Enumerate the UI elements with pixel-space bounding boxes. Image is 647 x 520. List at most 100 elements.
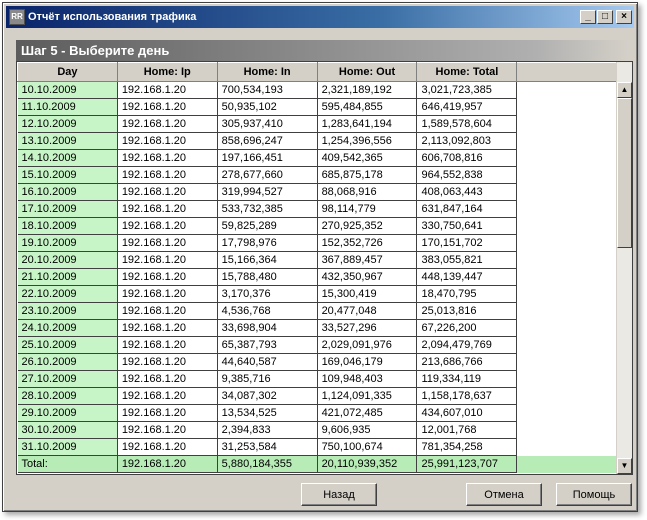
table-row[interactable]: 29.10.2009 192.168.1.20 13,534,525 421,072,… (17, 404, 617, 422)
traffic-table: Day Home: Ip Home: In Home: Out Home: To… (17, 62, 617, 473)
title-bar[interactable]: RR Отчёт использования трафика _ □ × (6, 6, 634, 28)
table-row[interactable]: 24.10.2009 192.168.1.20 33,698,904 33,527,2… (17, 319, 617, 337)
close-button[interactable]: × (616, 10, 632, 24)
cell-out: 88,068,916 (317, 183, 418, 201)
scroll-down-icon[interactable]: ▼ (617, 458, 632, 474)
cell-out: 33,527,296 (317, 319, 418, 337)
cell-ip: 192.168.1.20 (117, 370, 218, 388)
cell-total: 408,063,443 (416, 183, 518, 201)
cell-day: 30.10.2009 (17, 421, 118, 439)
cell-filler (517, 320, 617, 337)
cell-out: 20,110,939,352 (317, 455, 418, 473)
table-row[interactable]: 15.10.2009 192.168.1.20 278,677,660 685,875… (17, 166, 617, 184)
cell-filler (517, 116, 617, 133)
table-row[interactable]: 26.10.2009 192.168.1.20 44,640,587 169,046,… (17, 353, 617, 371)
cell-in: 278,677,660 (217, 166, 318, 184)
cell-filler (517, 184, 617, 201)
cell-ip: 192.168.1.20 (117, 251, 218, 269)
cell-out: 367,889,457 (317, 251, 418, 269)
cell-filler (517, 422, 617, 439)
cell-total: 18,470,795 (416, 285, 518, 303)
cell-ip: 192.168.1.20 (117, 268, 218, 286)
column-header-out[interactable]: Home: Out (316, 62, 418, 82)
table-row[interactable]: 22.10.2009 192.168.1.20 3,170,376 15,300,41… (17, 285, 617, 303)
scroll-up-icon[interactable]: ▲ (617, 82, 632, 98)
table-row[interactable]: 12.10.2009 192.168.1.20 305,937,410 1,283,6… (17, 115, 617, 133)
cell-day: 17.10.2009 (17, 200, 118, 218)
cell-in: 17,798,976 (217, 234, 318, 252)
table-row[interactable]: 18.10.2009 192.168.1.20 59,825,289 270,925,… (17, 217, 617, 235)
cell-day: 15.10.2009 (17, 166, 118, 184)
table-row[interactable]: 11.10.2009 192.168.1.20 50,935,102 595,484,… (17, 98, 617, 116)
column-header-in[interactable]: Home: In (216, 62, 318, 82)
cell-day: 18.10.2009 (17, 217, 118, 235)
table-row[interactable]: 21.10.2009 192.168.1.20 15,788,480 432,350,… (17, 268, 617, 286)
cell-filler (517, 150, 617, 167)
cell-filler (517, 439, 617, 456)
cell-total: 330,750,641 (416, 217, 518, 235)
header-row: Day Home: Ip Home: In Home: Out Home: To… (17, 62, 617, 82)
cell-day: 23.10.2009 (17, 302, 118, 320)
cell-in: 65,387,793 (217, 336, 318, 354)
cell-total: 781,354,258 (416, 438, 518, 456)
cell-total: 606,708,816 (416, 149, 518, 167)
cell-ip: 192.168.1.20 (117, 81, 218, 99)
scroll-thumb[interactable] (617, 98, 632, 248)
cell-out: 98,114,779 (317, 200, 418, 218)
cell-total: 3,021,723,385 (416, 81, 518, 99)
column-header-day[interactable]: Day (17, 62, 118, 82)
cell-out: 2,321,189,192 (317, 81, 418, 99)
cell-ip: 192.168.1.20 (117, 200, 218, 218)
back-button[interactable]: Назад (301, 483, 377, 506)
cell-in: 9,385,716 (217, 370, 318, 388)
table-row[interactable]: 28.10.2009 192.168.1.20 34,087,302 1,124,09… (17, 387, 617, 405)
help-button[interactable]: Помощь (556, 483, 632, 506)
table-row[interactable]: 20.10.2009 192.168.1.20 15,166,364 367,889,… (17, 251, 617, 269)
maximize-button[interactable]: □ (597, 10, 613, 24)
table-row[interactable]: 13.10.2009 192.168.1.20 858,696,247 1,254,3… (17, 132, 617, 150)
cell-total: 213,686,766 (416, 353, 518, 371)
table-row[interactable]: 10.10.2009 192.168.1.20 700,534,193 2,321,1… (17, 81, 617, 99)
cell-out: 432,350,967 (317, 268, 418, 286)
cell-filler (517, 218, 617, 235)
cell-filler (517, 201, 617, 218)
table-row[interactable]: 25.10.2009 192.168.1.20 65,387,793 2,029,09… (17, 336, 617, 354)
cell-day: 25.10.2009 (17, 336, 118, 354)
cell-filler (517, 405, 617, 422)
cell-filler (517, 82, 617, 99)
table-row[interactable]: 30.10.2009 192.168.1.20 2,394,833 9,606,935… (17, 421, 617, 439)
vertical-scrollbar[interactable]: ▲ ▼ (616, 62, 632, 474)
cell-filler (517, 286, 617, 303)
grid-body: 10.10.2009 192.168.1.20 700,534,193 2,321,1… (17, 81, 617, 473)
table-row[interactable]: 14.10.2009 192.168.1.20 197,166,451 409,542… (17, 149, 617, 167)
cell-filler (516, 455, 617, 473)
cell-out: 2,029,091,976 (317, 336, 418, 354)
table-row[interactable]: 31.10.2009 192.168.1.20 31,253,584 750,100,… (17, 438, 617, 456)
cell-day: 29.10.2009 (17, 404, 118, 422)
column-header-ip[interactable]: Home: Ip (116, 62, 218, 82)
cell-in: 44,640,587 (217, 353, 318, 371)
cell-day: 21.10.2009 (17, 268, 118, 286)
total-row[interactable]: Total: 192.168.1.20 5,880,184,355 20,110,93… (17, 455, 617, 473)
traffic-grid[interactable]: Day Home: Ip Home: In Home: Out Home: To… (16, 61, 633, 475)
table-row[interactable]: 16.10.2009 192.168.1.20 319,994,527 88,068,… (17, 183, 617, 201)
table-row[interactable]: 19.10.2009 192.168.1.20 17,798,976 152,352,… (17, 234, 617, 252)
cell-out: 1,124,091,335 (317, 387, 418, 405)
cell-ip: 192.168.1.20 (117, 183, 218, 201)
window-title: Отчёт использования трафика (28, 11, 197, 23)
table-row[interactable]: 17.10.2009 192.168.1.20 533,732,385 98,114,… (17, 200, 617, 218)
cell-total: 448,139,447 (416, 268, 518, 286)
table-row[interactable]: 23.10.2009 192.168.1.20 4,536,768 20,477,04… (17, 302, 617, 320)
cell-day: 11.10.2009 (17, 98, 118, 116)
cell-in: 33,698,904 (217, 319, 318, 337)
column-header-total[interactable]: Home: Total (416, 62, 518, 82)
minimize-button[interactable]: _ (580, 10, 596, 24)
cell-ip: 192.168.1.20 (117, 455, 218, 473)
cell-day: 13.10.2009 (17, 132, 118, 150)
cell-out: 270,925,352 (317, 217, 418, 235)
cancel-button[interactable]: Отмена (466, 483, 542, 506)
cell-day: 26.10.2009 (17, 353, 118, 371)
cell-in: 5,880,184,355 (217, 455, 318, 473)
cell-filler (517, 99, 617, 116)
table-row[interactable]: 27.10.2009 192.168.1.20 9,385,716 109,948,4… (17, 370, 617, 388)
